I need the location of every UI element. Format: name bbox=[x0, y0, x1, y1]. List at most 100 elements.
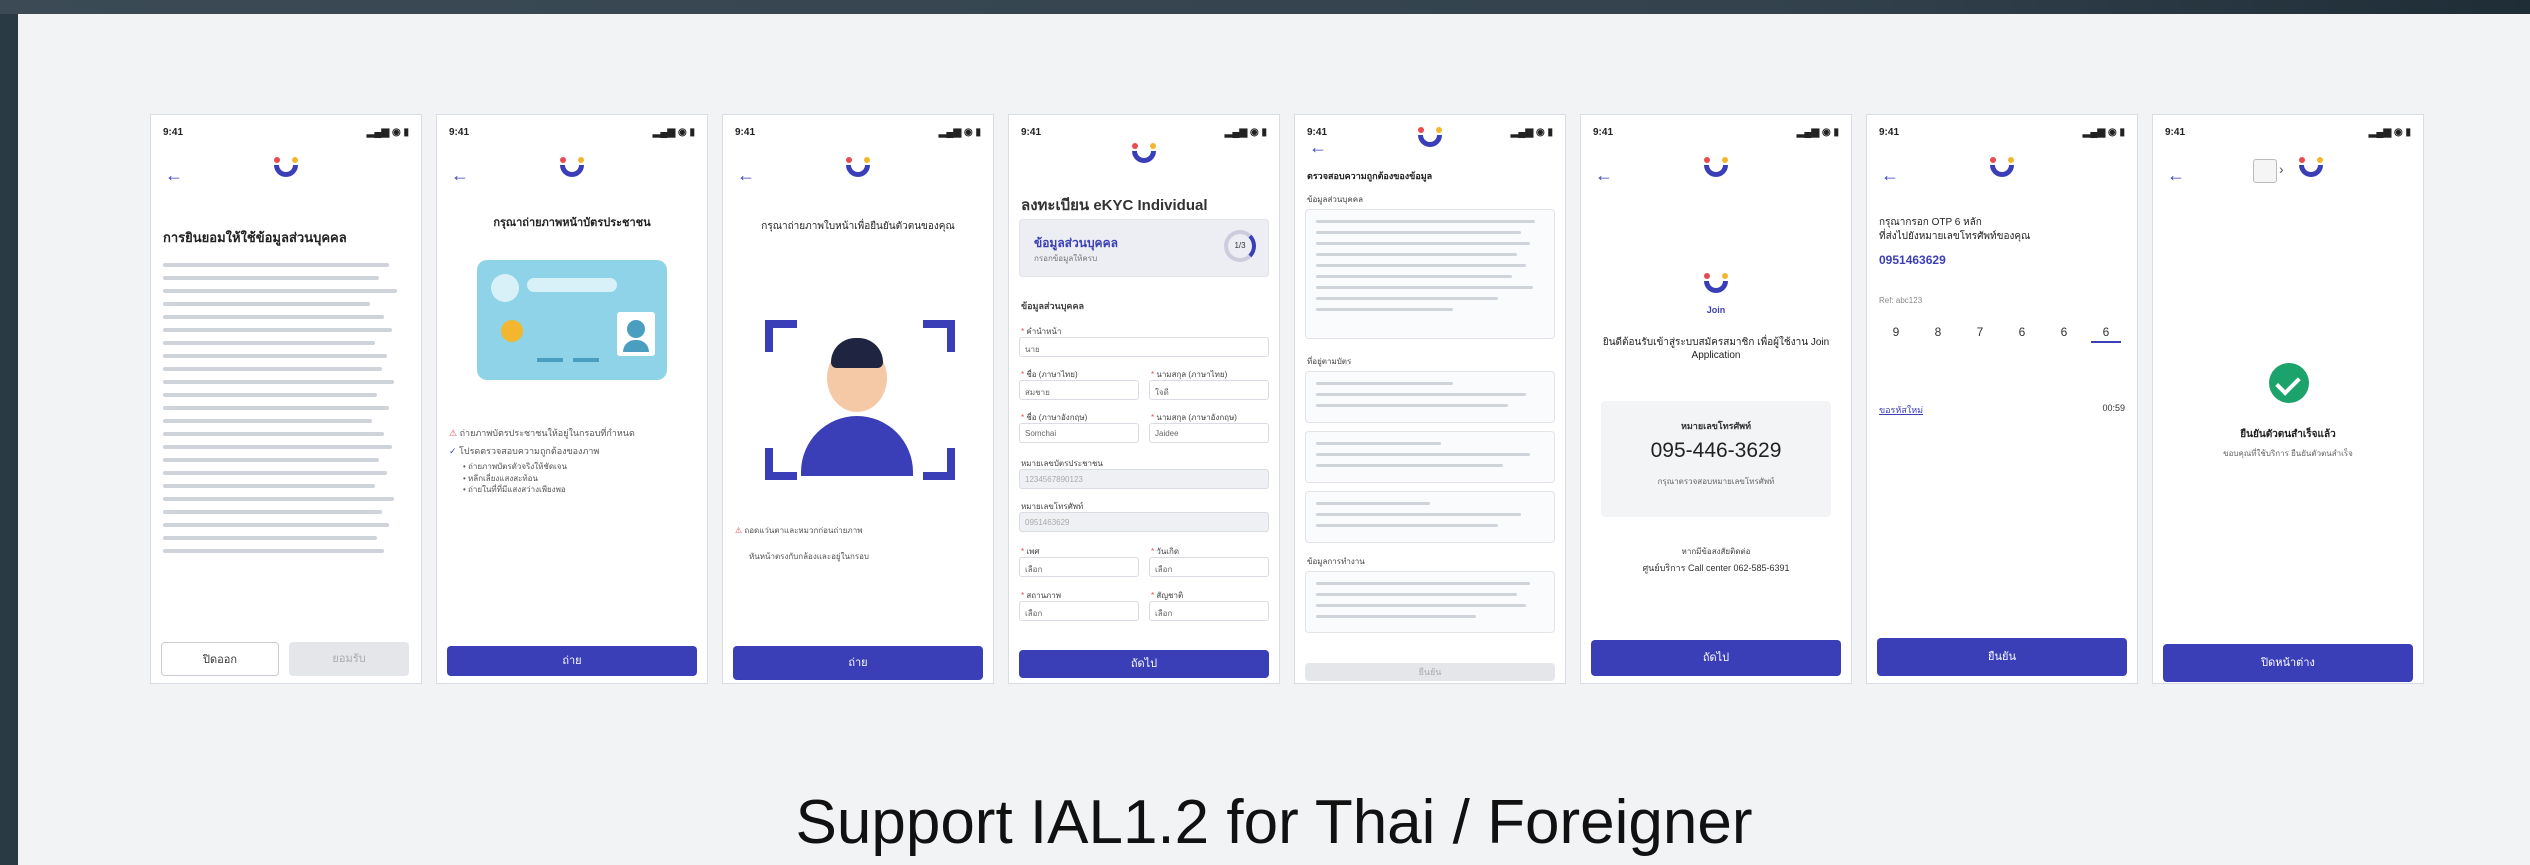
otp-digit[interactable]: 9 bbox=[1881, 325, 1911, 339]
face-tip-2: หันหน้าตรงกับกล้องและอยู่ในกรอบ bbox=[749, 552, 869, 561]
back-arrow-icon[interactable]: ← bbox=[165, 165, 183, 186]
cancel-button[interactable]: ปิดออก bbox=[161, 642, 279, 676]
status-bar: 9:41 ▂▄▆ ◉ ▮ bbox=[2165, 127, 2411, 141]
section-label: ข้อมูลการทำงาน bbox=[1307, 557, 1365, 566]
join-logo-icon bbox=[1414, 125, 1446, 157]
signal-icon: ▂▄▆ ◉ ▮ bbox=[938, 127, 981, 138]
check-icon: ✓ bbox=[449, 446, 460, 456]
form-title: ลงทะเบียน eKYC Individual bbox=[1021, 197, 1208, 214]
id-tip-2: ✓ โปรดตรวจสอบความถูกต้องของภาพ bbox=[449, 446, 600, 456]
personal-info-card bbox=[1305, 209, 1555, 339]
status-time: 9:41 bbox=[2165, 127, 2186, 138]
next-button[interactable]: ถัดไป bbox=[1591, 640, 1841, 676]
join-logo-icon bbox=[842, 155, 874, 187]
next-button[interactable]: ถัดไป bbox=[1019, 650, 1269, 678]
review-title: ตรวจสอบความถูกต้องของข้อมูล bbox=[1307, 171, 1433, 181]
status-bar: 9:41 ▂▄▆ ◉ ▮ bbox=[1879, 127, 2125, 141]
join-logo-icon bbox=[1700, 155, 1732, 187]
lastname-th-input[interactable]: ใจดี bbox=[1149, 380, 1269, 400]
otp-timer: 00:59 bbox=[2102, 403, 2125, 413]
id-tip-1: ⚠ ถ่ายภาพบัตรประชาชนให้อยู่ในกรอบที่กำหน… bbox=[449, 428, 635, 438]
gender-select[interactable]: เลือก bbox=[1019, 557, 1139, 577]
back-arrow-icon[interactable]: ← bbox=[1881, 165, 1899, 186]
join-brand-logo-icon bbox=[1700, 271, 1732, 303]
accept-button[interactable]: ยอมรับ bbox=[289, 642, 409, 676]
partner-logo-icon bbox=[2253, 159, 2277, 183]
otp-digit[interactable]: 8 bbox=[1923, 325, 1953, 339]
consent-title: การยินยอมให้ใช้ข้อมูลส่วนบุคคล bbox=[163, 230, 347, 245]
confirm-otp-button[interactable]: ยืนยัน bbox=[1877, 638, 2127, 676]
address-card-2 bbox=[1305, 431, 1555, 483]
status-bar: 9:41 ▂▄▆ ◉ ▮ bbox=[1593, 127, 1839, 141]
address-card-1 bbox=[1305, 371, 1555, 423]
work-info-card bbox=[1305, 571, 1555, 633]
section-label: ที่อยู่ตามบัตร bbox=[1307, 357, 1352, 366]
face-frame-illustration bbox=[765, 320, 955, 480]
signal-icon: ▂▄▆ ◉ ▮ bbox=[1224, 127, 1267, 138]
step-title: ข้อมูลส่วนบุคคล bbox=[1034, 236, 1118, 250]
face-tip-1: ⚠ ถอดแว่นตาและหมวกก่อนถ่ายภาพ bbox=[735, 526, 863, 535]
otp-title-1: กรุณากรอก OTP 6 หลัก bbox=[1879, 217, 1982, 228]
back-arrow-icon[interactable]: ← bbox=[2167, 165, 2185, 186]
otp-digit[interactable]: 6 bbox=[2007, 325, 2037, 339]
signal-icon: ▂▄▆ ◉ ▮ bbox=[2368, 127, 2411, 138]
otp-digit[interactable]: 7 bbox=[1965, 325, 1995, 339]
status-time: 9:41 bbox=[1021, 127, 1042, 138]
bullet-item: • หลีกเลี่ยงแสงสะท้อน bbox=[463, 473, 538, 483]
firstname-en-input[interactable]: Somchai bbox=[1019, 423, 1139, 443]
signal-icon: ▂▄▆ ◉ ▮ bbox=[2082, 127, 2125, 138]
back-arrow-icon[interactable]: ← bbox=[1309, 137, 1327, 158]
back-arrow-icon[interactable]: ← bbox=[451, 165, 469, 186]
face-title: กรุณาถ่ายภาพใบหน้าเพื่อยืนยันตัวตนของคุณ bbox=[761, 221, 955, 232]
back-arrow-icon[interactable]: ← bbox=[737, 165, 755, 186]
success-check-icon bbox=[2269, 363, 2309, 403]
firstname-th-input[interactable]: สมชาย bbox=[1019, 380, 1139, 400]
confirm-button[interactable]: ยืนยัน bbox=[1305, 663, 1555, 681]
join-logo-icon bbox=[270, 155, 302, 187]
status-time: 9:41 bbox=[449, 127, 470, 138]
phone-screen-otp: 9:41 ▂▄▆ ◉ ▮ ← กรุณากรอก OTP 6 หลัก ที่ส… bbox=[1866, 114, 2138, 684]
phone-label: หมายเลขโทรศัพท์ bbox=[1680, 421, 1752, 431]
status-bar: 9:41 ▂▄▆ ◉ ▮ bbox=[449, 127, 695, 141]
lastname-en-input[interactable]: Jaidee bbox=[1149, 423, 1269, 443]
help-text-1: หากมีข้อสงสัยติดต่อ bbox=[1681, 547, 1751, 556]
welcome-heading: ยินดีต้อนรับเข้าสู่ระบบสมัครสมาชิก เพื่อ… bbox=[1602, 337, 1830, 361]
phone-screen-face: 9:41 ▂▄▆ ◉ ▮ ← กรุณาถ่ายภาพใบหน้าเพื่อยื… bbox=[722, 114, 994, 684]
otp-phone: 0951463629 bbox=[1879, 253, 1946, 267]
step-card: ข้อมูลส่วนบุคคล กรอกข้อมูลให้ครบ 1/3 bbox=[1019, 219, 1269, 277]
status-time: 9:41 bbox=[735, 127, 756, 138]
help-text-2: ศูนย์บริการ Call center 062-585-6391 bbox=[1642, 563, 1790, 573]
otp-ref: Ref: abc123 bbox=[1879, 296, 1923, 305]
status-time: 9:41 bbox=[163, 127, 184, 138]
join-logo-icon bbox=[1986, 155, 2018, 187]
capture-button[interactable]: ถ่าย bbox=[447, 646, 697, 676]
status-time: 9:41 bbox=[1879, 127, 1900, 138]
resend-otp-link[interactable]: ขอรหัสใหม่ bbox=[1879, 403, 1923, 417]
window-top-bar bbox=[0, 0, 2530, 14]
signal-icon: ▂▄▆ ◉ ▮ bbox=[1796, 127, 1839, 138]
section-label: ข้อมูลส่วนบุคคล bbox=[1307, 195, 1363, 204]
otp-digit[interactable]: 6 bbox=[2091, 325, 2121, 343]
capture-button[interactable]: ถ่าย bbox=[733, 646, 983, 680]
title-select[interactable]: นาย bbox=[1019, 337, 1269, 357]
join-logo-icon bbox=[1128, 141, 1160, 173]
step-progress-ring: 1/3 bbox=[1224, 230, 1256, 262]
signal-icon: ▂▄▆ ◉ ▮ bbox=[1510, 127, 1553, 138]
join-logo-icon bbox=[556, 155, 588, 187]
address-card-3 bbox=[1305, 491, 1555, 543]
nationality-select[interactable]: เลือก bbox=[1149, 601, 1269, 621]
section-label: ข้อมูลส่วนบุคคล bbox=[1021, 301, 1084, 311]
phone-card: หมายเลขโทรศัพท์ 095-446-3629 กรุณาตรวจสอ… bbox=[1601, 401, 1831, 517]
back-arrow-icon[interactable]: ← bbox=[1595, 165, 1613, 186]
close-window-button[interactable]: ปิดหน้าต่าง bbox=[2163, 644, 2413, 682]
otp-digit[interactable]: 6 bbox=[2049, 325, 2079, 339]
phone-input: 0951463629 bbox=[1019, 512, 1269, 532]
brand-name: Join bbox=[1706, 305, 1726, 315]
id-card-illustration bbox=[477, 260, 667, 380]
phone-note: กรุณาตรวจสอบหมายเลขโทรศัพท์ bbox=[1657, 477, 1775, 486]
otp-input-row[interactable]: 9 8 7 6 6 6 bbox=[1881, 325, 2125, 349]
birthdate-picker[interactable]: เลือก bbox=[1149, 557, 1269, 577]
bullet-item: • ถ่ายภาพบัตรตัวจริงให้ชัดเจน bbox=[463, 462, 567, 471]
marital-select[interactable]: เลือก bbox=[1019, 601, 1139, 621]
status-bar: 9:41 ▂▄▆ ◉ ▮ bbox=[735, 127, 981, 141]
